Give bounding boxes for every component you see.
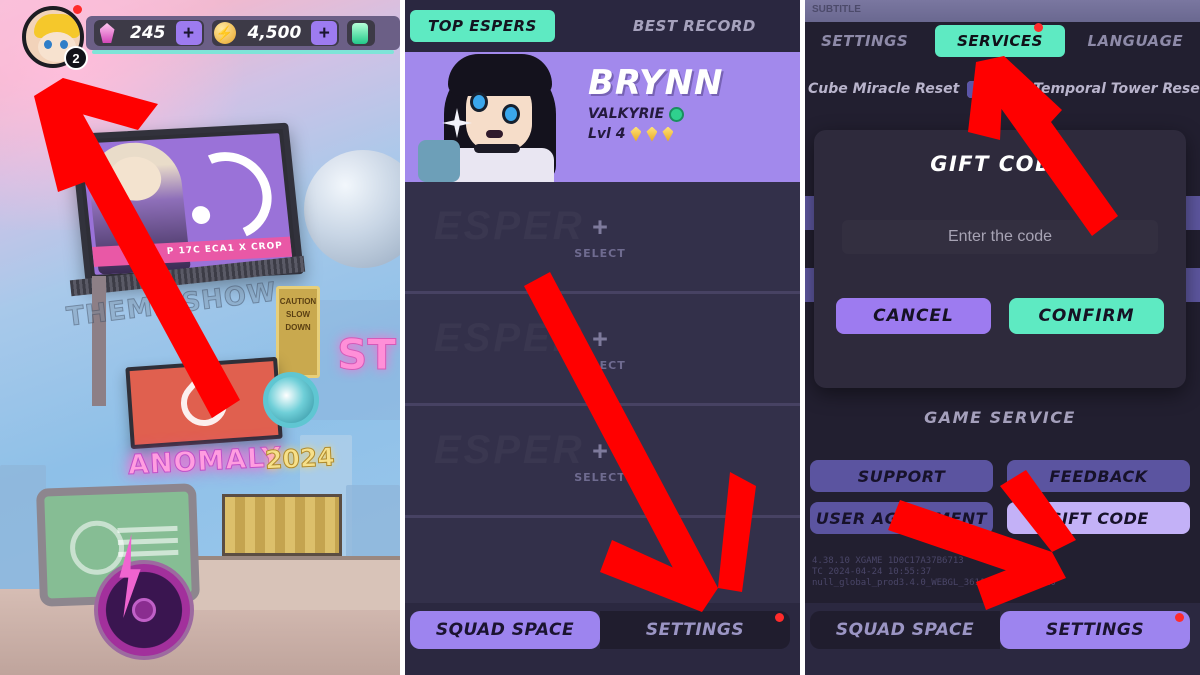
nav-squad-space[interactable]: SQUAD SPACE [410, 611, 600, 649]
hero-card[interactable]: BRYNN VALKYRIE Lvl 4 [400, 52, 800, 182]
rank-gem-icon [630, 126, 642, 142]
gem-value: 245 [130, 23, 166, 43]
panel-squad-space: TOP ESPERS BEST RECORD BRYNN VALKYRIE Lv… [400, 0, 800, 675]
game-service-title: GAME SERVICE [924, 408, 1076, 427]
tutorial-screenshot-strip: ST P 17C ECA1 X CROP THEME SHOW CAUTION … [0, 0, 1200, 675]
deck [188, 556, 400, 610]
nav-settings[interactable]: SETTINGS [1000, 611, 1190, 649]
tab-language[interactable]: LANGUAGE [1071, 32, 1200, 50]
coin-icon: ⚡ [212, 20, 238, 46]
nav-squad-space[interactable]: SQUAD SPACE [810, 611, 1000, 649]
settings-tab-bar: SETTINGS SERVICES LANGUAGE [800, 22, 1200, 60]
coin-add-button[interactable]: + [311, 21, 338, 45]
gem-icon [94, 20, 120, 46]
slot-plus-icon: + [592, 211, 608, 242]
marquee-sign: CAUTION SLOW DOWN [276, 286, 320, 378]
squad-slot-list: ESPER + SELECT ESPER + SELECT ESPER + SE… [400, 182, 800, 603]
support-button[interactable]: SUPPORT [810, 460, 993, 492]
feedback-button[interactable]: FEEDBACK [1007, 460, 1190, 492]
currency-gem[interactable]: 245 + [94, 20, 204, 46]
nav-settings[interactable]: SETTINGS [600, 611, 790, 649]
class-orb-icon [669, 106, 685, 122]
avatar-notification-dot [73, 5, 82, 14]
game-service-buttons: SUPPORT FEEDBACK USER AGREEMENT GIFT COD… [810, 460, 1190, 534]
hero-class: VALKYRIE [588, 106, 724, 122]
gift-code-input[interactable]: Enter the code [842, 220, 1158, 254]
hero-level-label: Lvl 4 [588, 126, 626, 142]
panel-divider-1 [400, 0, 405, 675]
rank-gem-icon [646, 126, 658, 142]
currency-vial[interactable] [347, 20, 376, 46]
settings-notification-dot [775, 613, 784, 622]
panel-settings-services: SUBTITLE SETTINGS SERVICES LANGUAGE Cube… [800, 0, 1200, 675]
panel-game-world: ST P 17C ECA1 X CROP THEME SHOW CAUTION … [0, 0, 400, 675]
cancel-button[interactable]: CANCEL [836, 298, 991, 334]
app-topbar: SUBTITLE [800, 0, 1200, 22]
billboard-red [125, 356, 283, 450]
squad-slot[interactable]: ESPER + SELECT [400, 182, 800, 294]
flame-icon [171, 370, 237, 436]
fan-decor [94, 560, 194, 660]
nav-settings-label: SETTINGS [1045, 620, 1145, 640]
market-stalls [222, 494, 342, 556]
toggle-cube-miracle-reset[interactable]: Cube Miracle Reset [808, 80, 1004, 98]
slot-plus-icon: + [592, 323, 608, 354]
confirm-button[interactable]: CONFIRM [1009, 298, 1164, 334]
services-notification-dot [1033, 23, 1043, 32]
toggle-switch[interactable] [967, 80, 1004, 98]
marquee-text: CAUTION SLOW DOWN [279, 297, 317, 332]
user-agreement-button[interactable]: USER AGREEMENT [810, 502, 993, 534]
rank-gem-icon [662, 126, 674, 142]
tab-services[interactable]: SERVICES [935, 23, 1065, 57]
avatar[interactable]: 2 [22, 5, 88, 70]
build-info-text: 4.38.10 XGAME 1D0C17A37B6713 4ADFCEFE3 T… [812, 556, 1056, 588]
avatar-level-badge: 2 [64, 46, 88, 70]
year-neon-text: 2024 [264, 442, 336, 476]
reset-toggle-row: Cube Miracle Reset Temporal Tower Reset [800, 72, 1200, 106]
tab-top-espers[interactable]: TOP ESPERS [410, 10, 555, 42]
billboard-support [92, 276, 106, 406]
squad-slot[interactable]: ESPER + SELECT [400, 294, 800, 406]
toggle-label: Temporal Tower Reset [1033, 81, 1200, 97]
satellite-dish [263, 372, 319, 428]
hero-name: BRYNN [588, 63, 724, 103]
hero-level: Lvl 4 [588, 126, 724, 142]
modal-title: GIFT CODE [930, 152, 1070, 176]
currency-coin[interactable]: ⚡ 4,500 + [211, 20, 340, 46]
hero-portrait [418, 52, 568, 182]
coin-value: 4,500 [247, 23, 302, 43]
gift-code-placeholder: Enter the code [947, 228, 1053, 245]
vial-icon [347, 20, 373, 46]
squad-slot[interactable]: ESPER + SELECT [400, 406, 800, 518]
toggle-label: Cube Miracle Reset [808, 81, 960, 97]
tab-best-record[interactable]: BEST RECORD [633, 17, 756, 35]
settings-notification-dot [1175, 613, 1184, 622]
hero-class-label: VALKYRIE [588, 106, 665, 122]
gem-add-button[interactable]: + [175, 21, 202, 45]
gift-code-modal: GIFT CODE Enter the code CANCEL CONFIRM [814, 130, 1186, 388]
tab-settings[interactable]: SETTINGS [800, 32, 929, 50]
gift-code-button[interactable]: GIFT CODE [1007, 502, 1190, 534]
bottom-navigation: SQUAD SPACE SETTINGS [400, 603, 800, 675]
nav-settings-label: SETTINGS [645, 620, 745, 640]
slot-plus-icon: + [592, 435, 608, 466]
tab-services-label: SERVICES [957, 32, 1043, 50]
panel-divider-2 [800, 0, 805, 675]
bottom-navigation: SQUAD SPACE SETTINGS [800, 603, 1200, 675]
toggle-temporal-tower-reset[interactable]: Temporal Tower Reset [1033, 81, 1200, 98]
esper-header: TOP ESPERS BEST RECORD [400, 0, 800, 52]
